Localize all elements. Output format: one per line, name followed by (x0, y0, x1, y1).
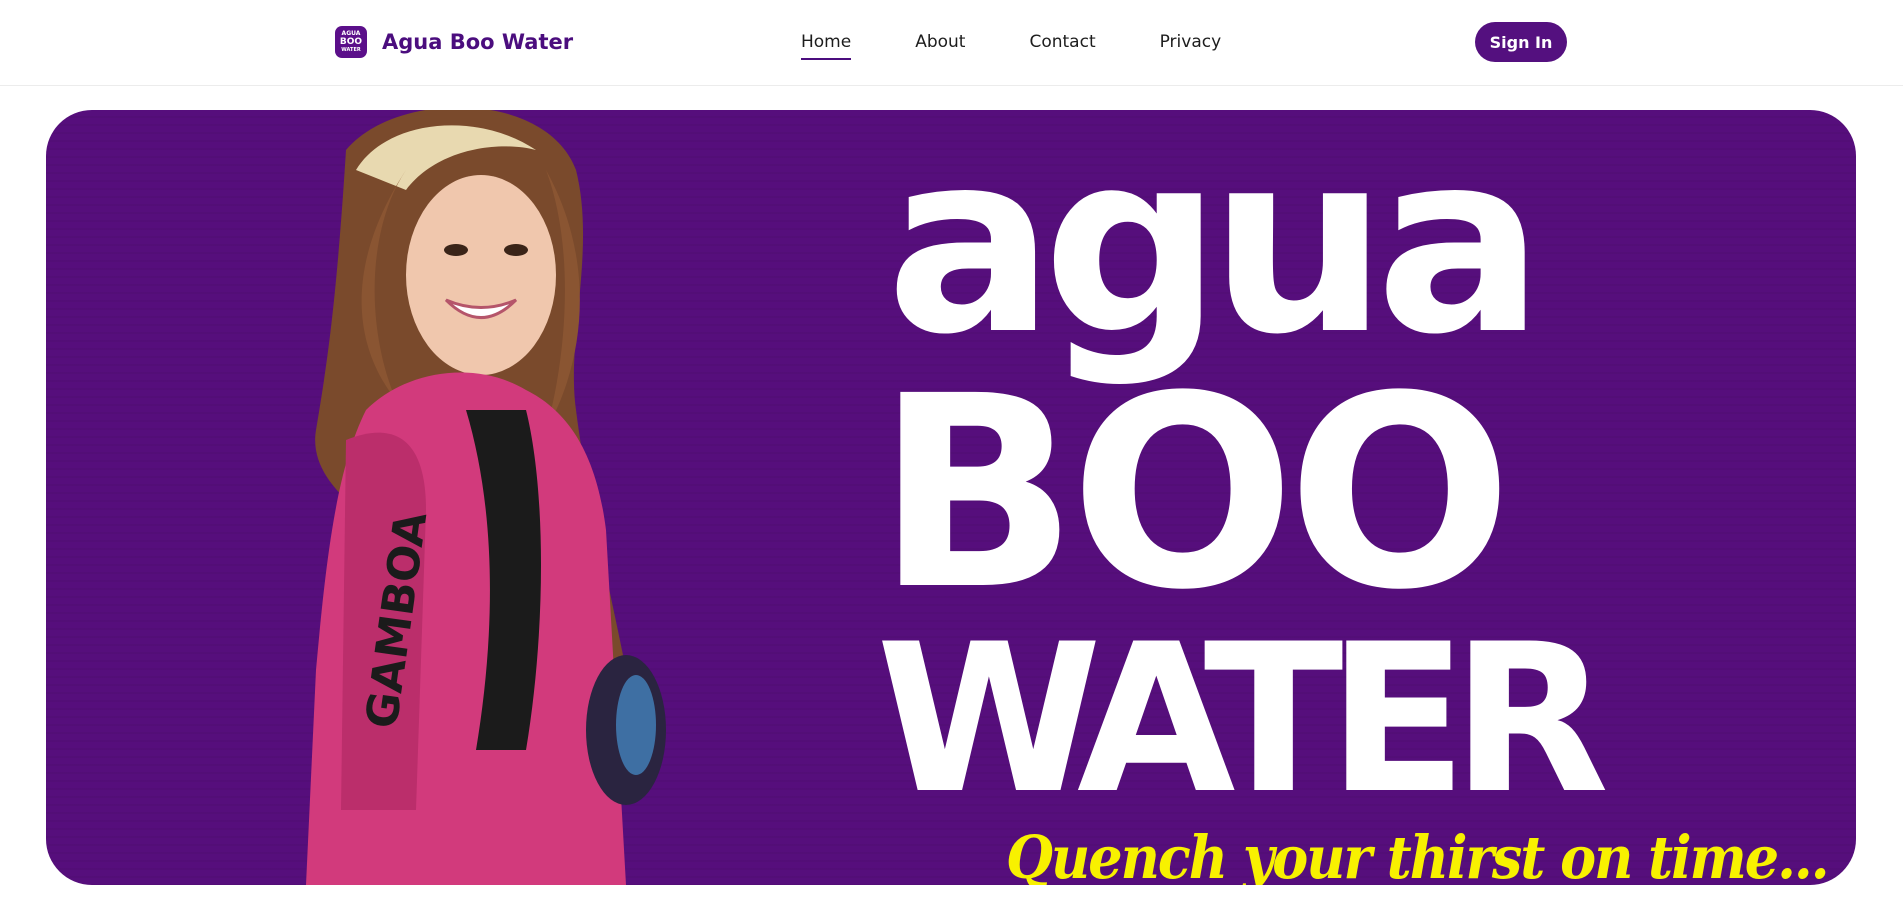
hero-tagline: Quench your thirst on time... (1006, 822, 1830, 885)
model-image: GAMBOA (306, 110, 666, 885)
top-navbar: AGUA BOO WATER Agua Boo Water Home About… (0, 0, 1903, 86)
nav-link-contact[interactable]: Contact (1029, 32, 1095, 60)
hero-banner: GAMBOA agua BOO WATER Quench your thirst… (46, 110, 1856, 885)
brand-link[interactable]: AGUA BOO WATER Agua Boo Water (335, 26, 573, 58)
sign-in-button[interactable]: Sign In (1475, 22, 1567, 62)
nav-link-about[interactable]: About (915, 32, 965, 60)
brand-logo-icon: AGUA BOO WATER (335, 26, 367, 58)
nav-link-home[interactable]: Home (801, 32, 852, 60)
hero-title-line-water: WATER (876, 601, 1606, 839)
hero-title: agua BOO WATER (876, 120, 1622, 839)
brand-name: Agua Boo Water (382, 30, 574, 54)
main-nav: Home About Contact Privacy (801, 32, 1285, 60)
nav-link-privacy[interactable]: Privacy (1160, 32, 1222, 60)
